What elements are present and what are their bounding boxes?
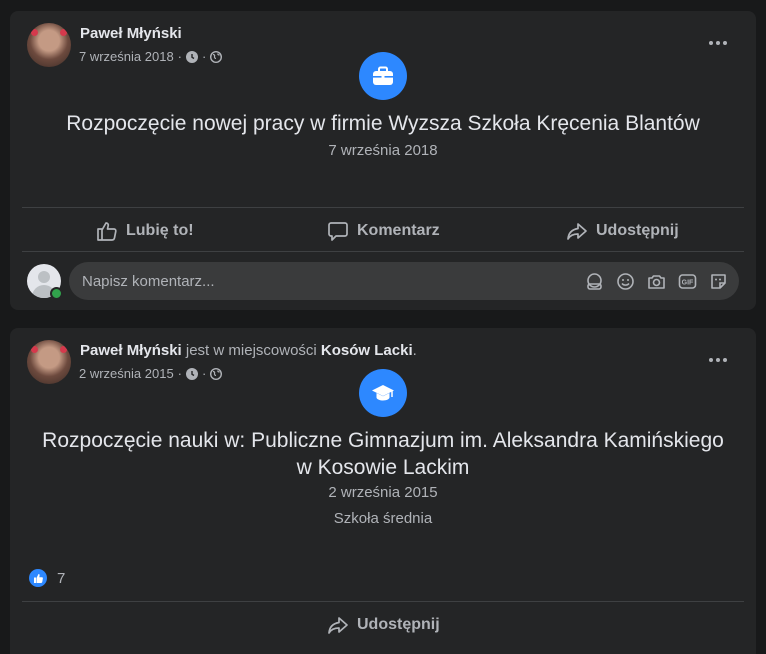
location-link[interactable]: Kosów Lacki bbox=[321, 342, 413, 359]
comment-icon bbox=[328, 222, 348, 241]
online-status-dot bbox=[50, 287, 63, 300]
reaction-count[interactable]: 7 bbox=[57, 570, 65, 587]
emoji-icon[interactable] bbox=[616, 272, 635, 291]
separator: · bbox=[177, 366, 183, 381]
globe-icon[interactable] bbox=[210, 367, 223, 380]
event-date: 7 września 2018 bbox=[328, 142, 438, 159]
divider bbox=[22, 251, 744, 252]
location-prefix: jest w miejscowości bbox=[181, 342, 321, 359]
avatar-decoration bbox=[31, 29, 38, 36]
author-avatar[interactable] bbox=[27, 23, 71, 67]
more-options-button[interactable] bbox=[700, 350, 736, 370]
like-reaction-icon[interactable] bbox=[29, 569, 47, 587]
event-title-line: Rozpoczęcie nauki w: Publiczne Gimnazjum… bbox=[42, 429, 724, 452]
comment-button[interactable]: Komentarz bbox=[327, 213, 440, 249]
share-icon bbox=[567, 223, 587, 240]
comment-box: GIF bbox=[69, 262, 739, 300]
separator: · bbox=[202, 49, 207, 64]
camera-icon[interactable] bbox=[647, 272, 666, 291]
sticker-icon[interactable] bbox=[709, 272, 728, 291]
post-meta: 2 września 2015 · · bbox=[79, 366, 223, 381]
post-date[interactable]: 7 września 2018 bbox=[79, 49, 174, 64]
avatar-decoration bbox=[60, 29, 67, 36]
like-label: Lubię to! bbox=[126, 222, 194, 239]
avatar-decoration bbox=[31, 346, 38, 353]
gif-icon[interactable]: GIF bbox=[678, 272, 697, 291]
divider bbox=[22, 207, 744, 208]
avatar-sticker-icon[interactable] bbox=[585, 272, 604, 291]
svg-text:GIF: GIF bbox=[682, 279, 694, 286]
event-title-line: w Kosowie Lackim bbox=[296, 456, 470, 479]
location-suffix: . bbox=[412, 342, 417, 359]
comment-input[interactable] bbox=[69, 271, 585, 291]
post-date[interactable]: 2 września 2015 bbox=[79, 366, 174, 381]
author-name[interactable]: Paweł Młyński bbox=[80, 25, 182, 42]
event-detail: Szkoła średnia bbox=[333, 510, 433, 527]
share-button[interactable]: Udostępnij bbox=[566, 213, 679, 249]
post-card: Paweł Młyński 7 września 2018 · · Rozpoc… bbox=[10, 11, 756, 310]
separator: · bbox=[177, 49, 183, 64]
post-meta: 7 września 2018 · · bbox=[79, 49, 223, 64]
like-button[interactable]: Lubię to! bbox=[96, 213, 194, 249]
share-button[interactable]: Udostępnij bbox=[327, 607, 440, 643]
comment-label: Komentarz bbox=[357, 222, 440, 239]
author-name[interactable]: Paweł Młyński bbox=[80, 342, 182, 359]
separator: · bbox=[202, 366, 207, 381]
event-title: Rozpoczęcie nauki w: Publiczne Gimnazjum… bbox=[10, 427, 756, 481]
graduation-cap-icon bbox=[359, 369, 407, 417]
clock-icon bbox=[186, 50, 199, 63]
post-header: Paweł Młyński jest w miejscowości Kosów … bbox=[80, 342, 417, 359]
share-label: Udostępnij bbox=[357, 616, 440, 633]
event-title: Rozpoczęcie nowej pracy w firmie Wyzsza … bbox=[66, 112, 700, 135]
thumbs-up-icon bbox=[97, 222, 117, 241]
share-icon bbox=[328, 617, 348, 634]
more-options-button[interactable] bbox=[700, 33, 736, 53]
clock-icon bbox=[186, 367, 199, 380]
author-avatar[interactable] bbox=[27, 340, 71, 384]
divider bbox=[22, 601, 744, 602]
briefcase-icon bbox=[359, 52, 407, 100]
event-date: 2 września 2015 bbox=[328, 484, 438, 501]
post-card: Paweł Młyński jest w miejscowości Kosów … bbox=[10, 328, 756, 654]
share-label: Udostępnij bbox=[596, 222, 679, 239]
avatar-decoration bbox=[60, 346, 67, 353]
globe-icon[interactable] bbox=[210, 50, 223, 63]
